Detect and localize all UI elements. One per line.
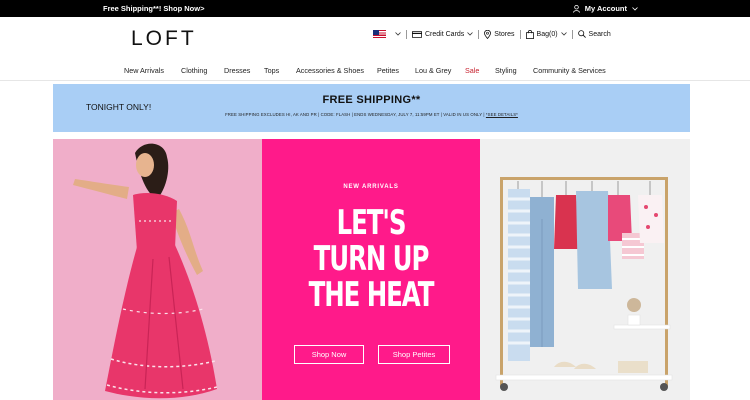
search-button[interactable]: Search [577,30,611,38]
nav-petites[interactable]: Petites [377,66,399,75]
chevron-down-icon [632,6,638,11]
details-text: FREE SHIPPING EXCLUDES HI, AK AND PR | C… [225,112,485,117]
free-shipping-banner[interactable]: TONIGHT ONLY! FREE SHIPPING** FREE SHIPP… [53,84,690,132]
nav-accessories-shoes[interactable]: Accessories & Shoes [296,66,364,75]
headline-line-2: TURN UP [313,239,430,279]
stores-label: Stores [494,30,515,38]
bag-label: Bag(0) [536,30,558,38]
free-shipping-promo-link[interactable]: Free Shipping**! Shop Now> [103,4,204,13]
chevron-down-icon [395,32,401,36]
bag-button[interactable]: Bag(0) [525,29,567,39]
credit-card-icon [412,30,422,38]
my-account-menu[interactable]: My Account [572,4,638,13]
nav-new-arrivals[interactable]: New Arrivals [124,66,164,75]
top-promo-bar: Free Shipping**! Shop Now> My Account [0,0,750,17]
nav-sale[interactable]: Sale [465,66,479,75]
clothing-rack-image[interactable] [480,139,690,400]
chevron-down-icon [467,32,474,36]
new-arrivals-eyebrow: NEW ARRIVALS [343,184,399,190]
clothing-rack-illustration [495,177,673,391]
credit-cards-label: Credit Cards [425,30,465,38]
see-details-link[interactable]: *SEE DETAILS* [486,112,518,117]
search-label: Search [588,30,611,38]
nav-clothing[interactable]: Clothing [181,66,207,75]
nav-tops[interactable]: Tops [264,66,279,75]
my-account-label: My Account [584,4,627,13]
search-icon [577,30,586,38]
main-navigation: New Arrivals Clothing Dresses Tops Acces… [0,64,750,78]
shop-now-button[interactable]: Shop Now [294,345,364,364]
divider [519,29,521,39]
hero-promo-panel: NEW ARRIVALS LET'S TURN UP THE HEAT Shop… [262,139,480,400]
user-icon [572,4,580,13]
divider [406,29,407,39]
shop-petites-button[interactable]: Shop Petites [378,345,450,364]
stores-link[interactable]: Stores [484,29,515,39]
bag-icon [525,29,534,39]
hero-headline: LET'S TURN UP THE HEAT [262,205,480,313]
location-pin-icon [484,29,492,39]
free-shipping-title: FREE SHIPPING** [322,94,421,106]
nav-styling[interactable]: Styling [495,66,517,75]
hero-model-image[interactable] [53,139,262,400]
divider [571,29,573,39]
credit-cards-menu[interactable]: Credit Cards [412,30,474,38]
divider [478,29,480,39]
chevron-down-icon [560,32,567,36]
free-shipping-details: FREE SHIPPING EXCLUDES HI, AK AND PR | C… [53,112,690,117]
nav-community-services[interactable]: Community & Services [533,66,606,75]
nav-dresses[interactable]: Dresses [224,66,250,75]
headline-line-1: LET'S [336,203,407,243]
country-selector[interactable] [373,30,401,38]
loft-logo[interactable]: LOFT [131,27,197,51]
flag-icon [373,30,386,38]
nav-divider [0,80,750,81]
header-utilities: Credit Cards Stores Bag(0) Search [373,28,611,40]
model-illustration [73,143,218,399]
headline-line-3: THE HEAT [308,275,435,315]
nav-lou-grey[interactable]: Lou & Grey [415,66,451,75]
